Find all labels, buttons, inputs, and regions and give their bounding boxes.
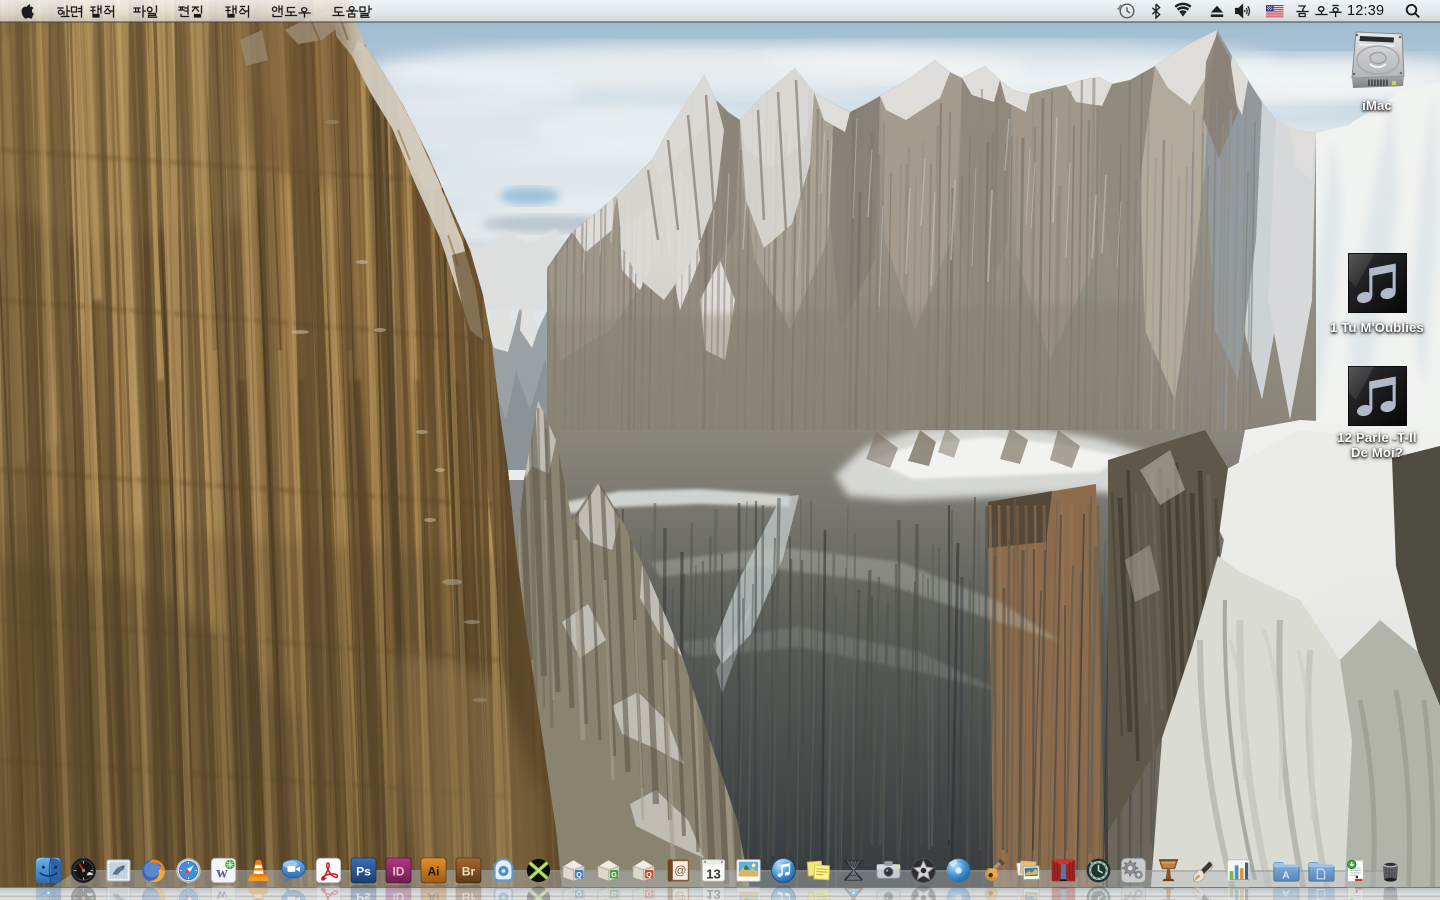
svg-text:Q: Q [646,889,652,898]
svg-text:Ai: Ai [427,865,439,879]
svg-text:A: A [1282,887,1290,898]
svg-text:Q: Q [576,889,582,898]
svg-text:ID: ID [392,865,404,879]
svg-text:@: @ [674,864,686,878]
svg-text:G: G [611,889,617,898]
svg-text:A: A [1282,870,1290,881]
svg-text:13: 13 [706,866,720,881]
svg-text:Q: Q [646,870,652,879]
svg-text:Ps: Ps [356,865,371,879]
svg-text:ID: ID [392,890,404,900]
svg-text:Q: Q [576,870,582,879]
svg-text:G: G [611,870,617,879]
svg-text:13: 13 [706,887,720,900]
svg-text:w: w [216,887,228,900]
svg-text:Br: Br [462,865,476,879]
svg-text:Ai: Ai [427,890,439,900]
svg-text:Ps: Ps [356,890,371,900]
svg-text:@: @ [674,891,686,900]
svg-text:Br: Br [462,890,476,900]
